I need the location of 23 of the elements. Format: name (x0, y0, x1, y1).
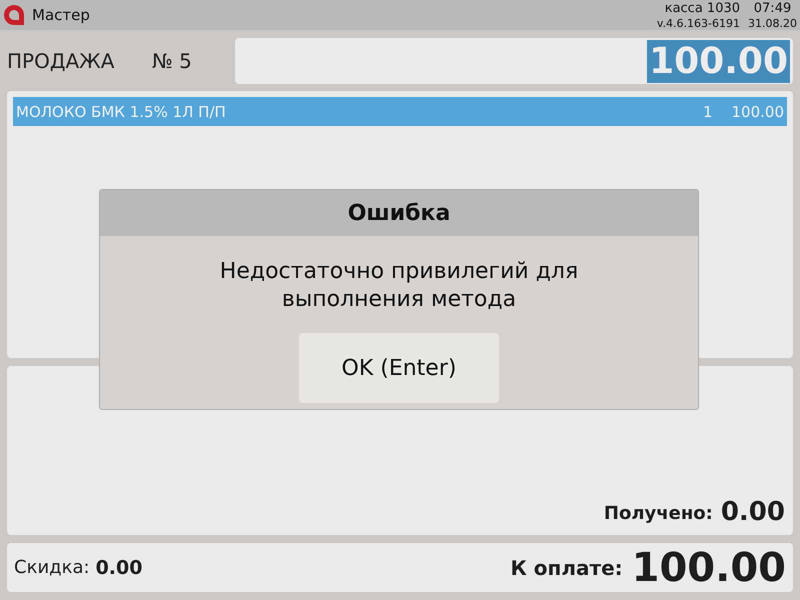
received-amount: 0.00 (720, 497, 785, 527)
received-label: Получено: (604, 503, 713, 524)
discount-label: Скидка: (14, 557, 90, 578)
ok-button[interactable]: OK (Enter) (299, 333, 499, 403)
logo-icon (4, 5, 24, 25)
receipt-row[interactable]: МОЛОКО БМК 1.5% 1Л П/П 1 100.00 (13, 97, 787, 126)
version-label: v.4.6.163-6191 (656, 16, 740, 30)
register-label: касса 1030 (664, 0, 740, 16)
sale-title: ПРОДАЖА (7, 49, 116, 73)
error-message: Недостаточно привилегий для выполнения метода (218, 258, 580, 314)
clock-time: 07:49 (754, 0, 792, 16)
discount-amount: 0.00 (96, 556, 142, 578)
dialog-title: Ошибка (348, 200, 450, 226)
receipt-number: № 5 (152, 49, 192, 73)
item-quantity: 1 (702, 102, 712, 120)
item-amount: 100.00 (732, 102, 784, 120)
amount-due-label: К оплате: (510, 556, 623, 580)
amount-due: 100.00 (632, 544, 786, 590)
total-field[interactable]: 100.00 (235, 38, 793, 84)
date-label: 31.08.20 (748, 16, 797, 30)
user-name: Мастер (32, 6, 90, 24)
item-name: МОЛОКО БМК 1.5% 1Л П/П (16, 102, 226, 120)
total-amount: 100.00 (647, 40, 790, 82)
